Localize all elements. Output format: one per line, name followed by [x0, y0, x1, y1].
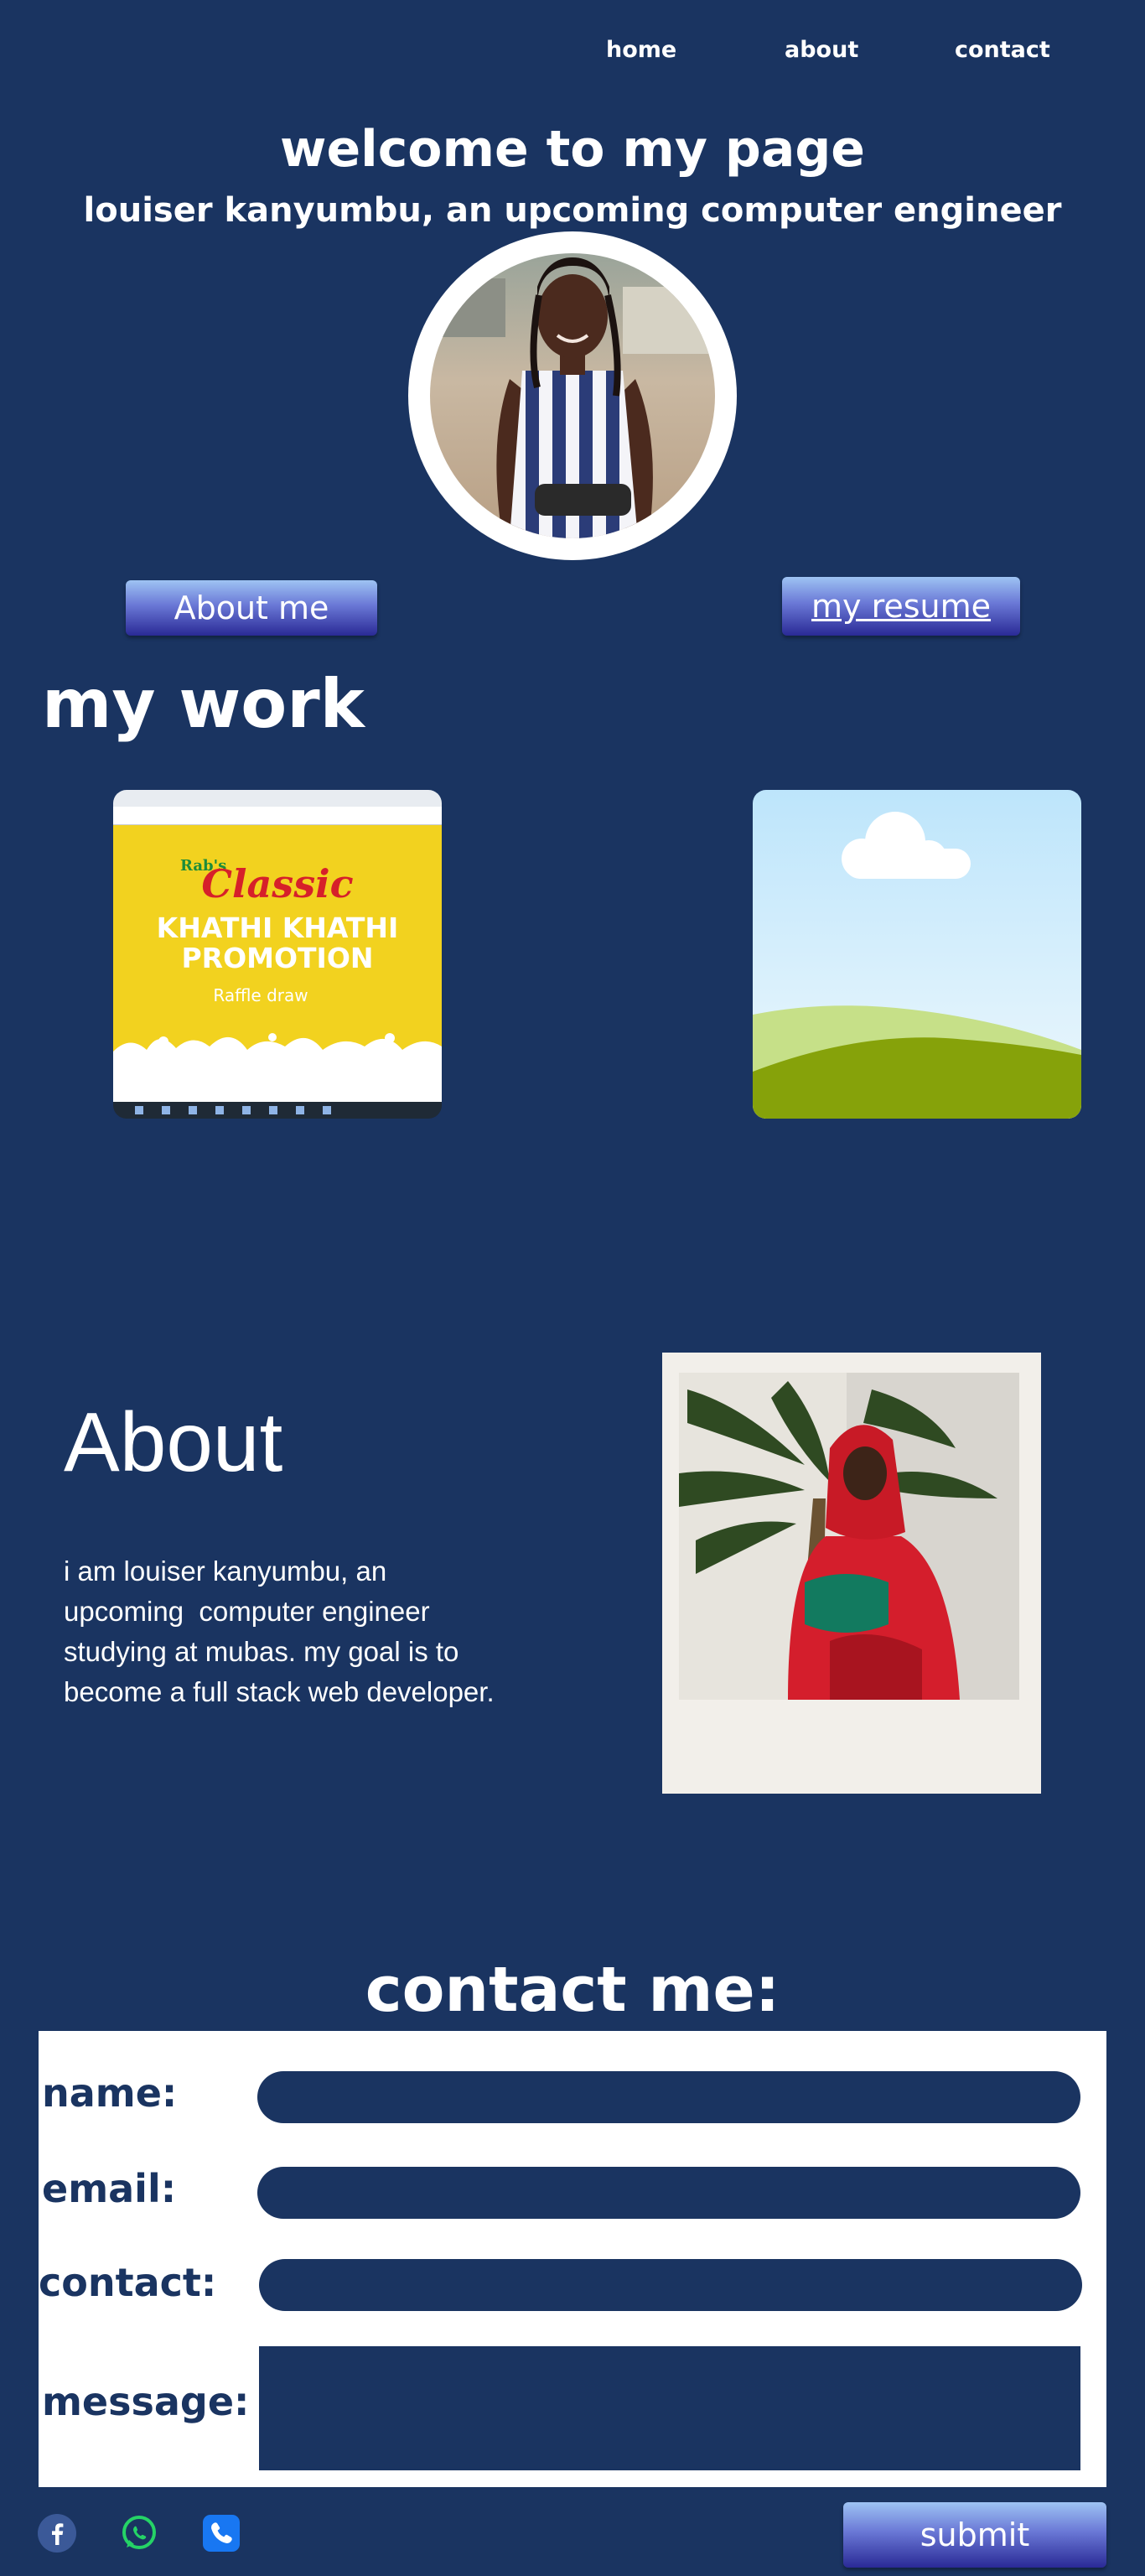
- contact-heading: contact me:: [365, 1954, 780, 2026]
- raffle-screenshot-image: Rab's Classic KHATHI KHATHI PROMOTION Ra…: [113, 790, 442, 1119]
- landscape-placeholder-image: [753, 790, 1081, 1119]
- raffle-line-1-text: KHATHI KHATHI: [157, 911, 399, 944]
- raffle-logo-text: Classic: [201, 861, 353, 906]
- profile-photo-image: [430, 253, 715, 538]
- about-photo-image: [679, 1373, 1019, 1700]
- phone-icon[interactable]: [202, 2514, 241, 2553]
- my-work-heading: my work: [42, 665, 365, 743]
- nav-about-link[interactable]: about: [785, 37, 858, 63]
- whatsapp-icon[interactable]: [120, 2514, 158, 2553]
- raffle-line-2-text: PROMOTION: [181, 942, 373, 974]
- about-photo: [679, 1373, 1019, 1700]
- contact-number-input[interactable]: [259, 2259, 1082, 2311]
- submit-button[interactable]: submit: [843, 2502, 1106, 2568]
- profile-photo-frame: [408, 231, 737, 560]
- email-input[interactable]: [257, 2167, 1080, 2219]
- page-subtitle: louiser kanyumbu, an upcoming computer e…: [83, 191, 1062, 230]
- email-label: email:: [42, 2166, 177, 2211]
- work-project-card-raffle[interactable]: Rab's Classic KHATHI KHATHI PROMOTION Ra…: [113, 790, 442, 1119]
- profile-photo: [430, 253, 715, 538]
- resume-link-button[interactable]: my resume: [782, 577, 1020, 636]
- about-photo-frame: [662, 1353, 1041, 1794]
- facebook-icon[interactable]: [38, 2514, 76, 2553]
- work-project-card-placeholder[interactable]: [753, 790, 1081, 1119]
- message-textarea[interactable]: [259, 2346, 1080, 2470]
- nav-home-link[interactable]: home: [606, 37, 676, 63]
- name-input[interactable]: [257, 2071, 1080, 2123]
- nav-contact-link[interactable]: contact: [955, 37, 1050, 63]
- about-heading: About: [64, 1395, 283, 1489]
- page-title: welcome to my page: [280, 120, 865, 179]
- raffle-line-3-text: Raffle draw: [213, 985, 308, 1005]
- name-label: name:: [42, 2070, 178, 2116]
- about-me-button[interactable]: About me: [126, 580, 377, 636]
- message-label: message:: [42, 2379, 250, 2424]
- contact-form: name: email: contact: message:: [39, 2031, 1106, 2487]
- contact-number-label: contact:: [39, 2260, 217, 2305]
- about-description: i am louiser kanyumbu, an upcoming compu…: [64, 1555, 495, 1707]
